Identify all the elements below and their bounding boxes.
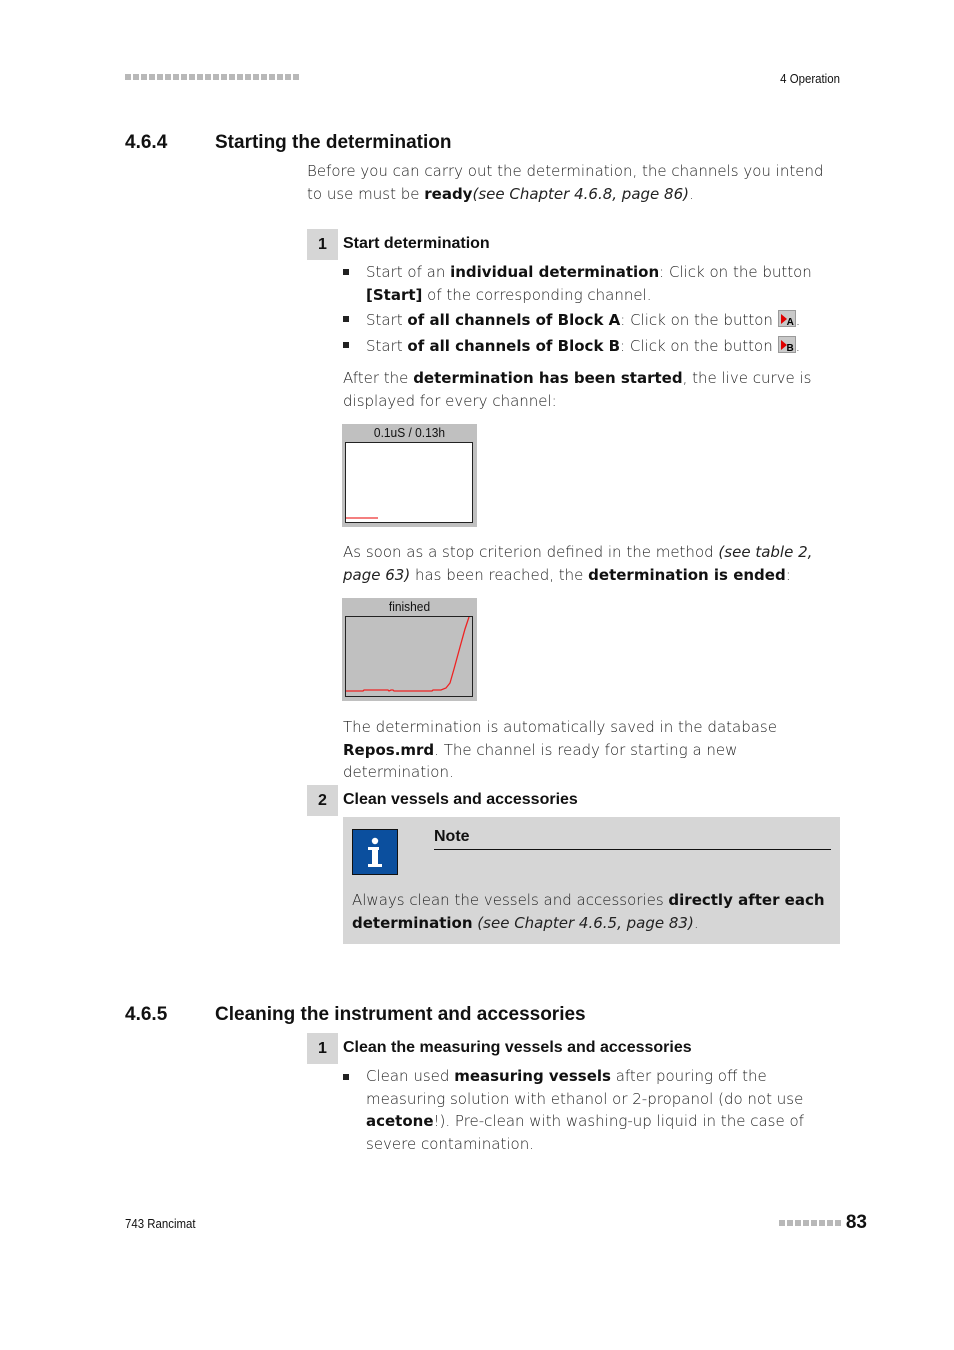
section-title: Cleaning the instrument and accessories [215, 1004, 586, 1025]
decorative-square [810, 1220, 817, 1226]
decorative-square [141, 74, 147, 80]
decorative-square [269, 74, 275, 80]
chapter-label: 4 Operation [780, 71, 840, 86]
decorative-square [277, 74, 283, 80]
bullet-item: Clean used measuring vessels after pouri… [366, 1067, 804, 1153]
section-number: 4.6.5 [125, 1004, 168, 1025]
footer-decoration [778, 1220, 841, 1226]
decorative-square [157, 74, 163, 80]
note-divider [434, 849, 831, 850]
note-title: Note [434, 828, 470, 845]
decorative-square [173, 74, 179, 80]
bullet-item: Start of all channels of Block A: Click … [366, 310, 801, 329]
decorative-square [221, 74, 227, 80]
finished-curve-line [346, 617, 470, 692]
decorative-square [778, 1220, 785, 1226]
product-name: 743 Rancimat [125, 1216, 196, 1231]
decorative-square [794, 1220, 801, 1226]
decorative-square [245, 74, 251, 80]
start-block-b-icon[interactable]: B [777, 336, 796, 354]
finished-curve-svg [346, 617, 470, 692]
live-curve-svg [346, 517, 378, 519]
bullet-item: Start of an individual determination: Cl… [366, 263, 812, 304]
decorative-square [133, 74, 139, 80]
decorative-square [213, 74, 219, 80]
bullet-marker [343, 269, 349, 275]
page-footer-right: 83 [778, 1212, 867, 1234]
info-icon [352, 829, 398, 875]
bullet-marker [343, 1074, 349, 1080]
decorative-square [125, 74, 131, 80]
bullet-marker [343, 316, 349, 322]
step-title: Clean the measuring vessels and accessor… [343, 1039, 692, 1056]
step-title: Clean vessels and accessories [343, 791, 578, 808]
step-number-badge: 2 [307, 785, 338, 816]
decorative-square [285, 74, 291, 80]
decorative-square [261, 74, 267, 80]
live-curve-panel: 0.1uS / 0.13h [342, 424, 477, 527]
note-text: Always clean the vessels and accessories… [352, 891, 825, 932]
bullet-item: Start of all channels of Block B: Click … [366, 336, 801, 355]
finished-curve-label: finished [388, 599, 431, 614]
decorative-square [802, 1220, 809, 1226]
page-number: 83 [845, 1212, 867, 1233]
finished-curve-plot [345, 616, 473, 697]
bullet-marker [343, 342, 349, 348]
finished-curve-panel: finished [342, 598, 477, 701]
decorative-square [197, 74, 203, 80]
note-box: Note Always clean the vessels and access… [343, 817, 840, 944]
decorative-square [826, 1220, 833, 1226]
decorative-square [149, 74, 155, 80]
live-curve-plot [345, 442, 473, 523]
step-title: Start determination [343, 235, 490, 252]
header-decoration [125, 74, 299, 80]
step-number-badge: 1 [307, 1033, 338, 1064]
info-glyph [368, 837, 382, 867]
chapter-reference-link[interactable]: (see Chapter 4.6.8, page 86) [472, 185, 689, 203]
after-start-paragraph: After the determination has been started… [343, 369, 812, 410]
step-number-badge: 1 [307, 229, 338, 260]
decorative-square [253, 74, 259, 80]
intro-paragraph: Before you can carry out the determinati… [307, 162, 824, 203]
decorative-square [205, 74, 211, 80]
start-block-a-icon[interactable]: A [777, 310, 796, 328]
decorative-square [165, 74, 171, 80]
decorative-square [293, 74, 299, 80]
decorative-square [786, 1220, 793, 1226]
decorative-square [818, 1220, 825, 1226]
section-number: 4.6.4 [125, 132, 168, 153]
decorative-square [229, 74, 235, 80]
decorative-square [181, 74, 187, 80]
decorative-square [189, 74, 195, 80]
decorative-square [834, 1220, 841, 1226]
section-title: Starting the determination [215, 132, 452, 153]
live-curve-label: 0.1uS / 0.13h [373, 425, 446, 440]
saved-paragraph: The determination is automatically saved… [343, 718, 777, 781]
decorative-square [237, 74, 243, 80]
chapter-reference-link[interactable]: (see Chapter 4.6.5, page 83) [473, 914, 694, 932]
stop-criterion-paragraph: As soon as a stop criterion defined in t… [343, 543, 813, 584]
